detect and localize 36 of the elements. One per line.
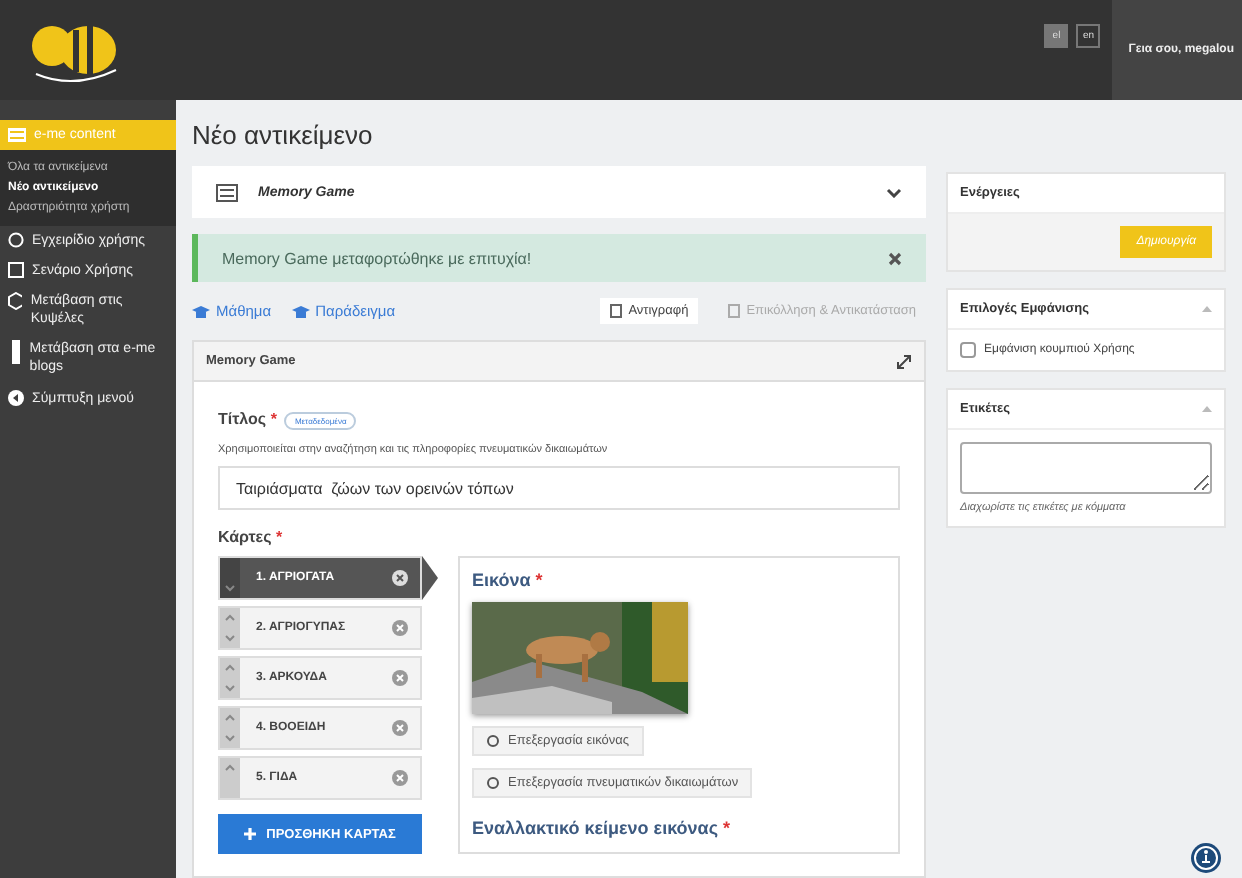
reorder-arrows-icon[interactable] <box>220 658 240 698</box>
image-label: Εικόνα * <box>472 570 543 590</box>
reorder-arrows-icon[interactable] <box>220 558 240 598</box>
list-icon <box>216 183 238 201</box>
expand-icon[interactable] <box>896 353 912 369</box>
collapse-caret-icon[interactable] <box>1202 406 1212 412</box>
grid-icon <box>8 128 26 142</box>
hexagon-icon <box>8 292 23 311</box>
reorder-arrows-icon[interactable] <box>220 708 240 748</box>
page-title: Νέο αντικείμενο <box>192 120 375 150</box>
clipboard-icon <box>728 304 741 318</box>
close-icon[interactable] <box>888 251 902 265</box>
remove-icon[interactable] <box>392 720 408 736</box>
collapse-icon <box>8 389 24 406</box>
required-mark: * <box>274 528 283 546</box>
collapse-caret-icon[interactable] <box>1202 306 1212 312</box>
reorder-arrows-icon[interactable] <box>220 758 240 798</box>
alert-message: Memory Game μεταφορτώθηκε με επιτυχία! <box>222 249 532 267</box>
title-input[interactable]: Ταιριάσματα ζώων των ορεινών τόπων <box>218 466 900 510</box>
clipboard-icon <box>610 304 623 318</box>
remove-icon[interactable] <box>392 620 408 636</box>
remove-icon[interactable] <box>392 770 408 786</box>
reorder-arrows-icon[interactable] <box>220 608 240 648</box>
required-mark: * <box>533 570 543 590</box>
pointer-arrow-icon <box>422 556 438 600</box>
required-mark: * <box>268 410 277 428</box>
tags-input[interactable] <box>960 442 1212 494</box>
document-icon <box>8 262 24 279</box>
remove-icon[interactable] <box>392 570 408 586</box>
remove-icon[interactable] <box>392 670 408 686</box>
required-mark: * <box>721 818 731 838</box>
plus-icon <box>244 828 257 840</box>
alt-text-label: Εναλλακτικό κείμενο εικόνας * <box>472 818 731 838</box>
chevron-down-icon <box>886 187 902 197</box>
field-label: Τίτλος * <box>218 410 277 428</box>
cards-label: Κάρτες * <box>218 528 285 546</box>
